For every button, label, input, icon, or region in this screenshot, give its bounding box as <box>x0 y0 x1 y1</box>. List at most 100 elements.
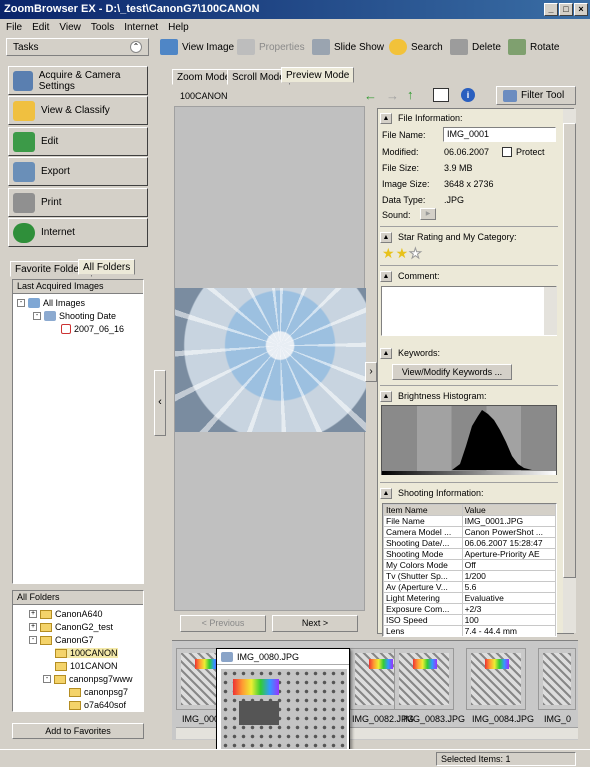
file-size-label: File Size: <box>382 163 420 173</box>
expand-toggle[interactable]: + <box>29 610 37 618</box>
collapse-toggle[interactable]: - <box>17 299 25 307</box>
up-arrow-icon[interactable]: ↑ <box>407 87 414 102</box>
folder-canong7[interactable]: - CanonG7 <box>29 635 94 645</box>
comment-textarea[interactable] <box>381 286 557 336</box>
star-icon[interactable]: ★ <box>382 245 396 261</box>
collapse-icon[interactable]: ⌃ <box>130 41 142 53</box>
star-empty-icon[interactable]: ★ <box>409 245 423 262</box>
thumbnail[interactable] <box>394 648 454 710</box>
thumbnail[interactable] <box>466 648 526 710</box>
shooting-info-table: Item Name Value File Name IMG_0001.JPG Cam… <box>382 503 557 637</box>
shooting-info-section: ▲ Shooting Information: <box>380 486 558 500</box>
collapse-left-panel-button[interactable]: ‹ <box>154 370 166 436</box>
thumbnail[interactable] <box>538 648 576 710</box>
tasks-header[interactable]: Tasks ⌃ <box>6 38 149 56</box>
menu-tools[interactable]: Tools <box>91 22 114 33</box>
preview-image[interactable] <box>175 288 366 432</box>
delete-button[interactable]: Delete <box>450 36 501 58</box>
collapse-icon[interactable]: ▲ <box>380 112 392 124</box>
folder-101canon[interactable]: 101CANON <box>55 661 118 671</box>
task-export-button[interactable]: Export <box>8 157 148 186</box>
tree-all-images[interactable]: - All Images <box>17 298 85 308</box>
divider <box>380 226 558 227</box>
histogram-gradient <box>382 471 556 475</box>
collapse-toggle[interactable]: - <box>29 636 37 644</box>
folder-canonpsg7www[interactable]: - canonpsg7www <box>43 674 133 684</box>
collapse-icon[interactable]: ▲ <box>380 270 392 282</box>
play-sound-button[interactable]: ▶ <box>420 208 436 220</box>
tooltip-header: IMG_0080.JPG <box>217 649 349 665</box>
properties-icon <box>237 39 255 55</box>
tab-preview-mode[interactable]: Preview Mode <box>281 67 355 83</box>
scroll-thumb[interactable] <box>563 123 576 578</box>
expand-right-button[interactable]: › <box>365 362 377 382</box>
color-chart <box>485 659 509 669</box>
table-row: ISO Speed 100 <box>383 614 556 626</box>
selection-icon[interactable] <box>433 88 449 102</box>
item-name: Shooting Date/... <box>383 537 463 549</box>
tree-shooting-date[interactable]: - Shooting Date <box>33 311 116 321</box>
column-header[interactable]: Item Name <box>383 504 463 516</box>
collapse-icon[interactable]: ▲ <box>380 231 392 243</box>
item-value: Canon PowerShot ... <box>461 526 556 538</box>
star-icon[interactable]: ★ <box>396 245 410 261</box>
histogram-graph <box>452 410 532 470</box>
task-view-classify-button[interactable]: View & Classify <box>8 96 148 125</box>
info-scrollbar[interactable] <box>563 109 576 633</box>
task-print-button[interactable]: Print <box>8 188 148 217</box>
collapse-toggle[interactable]: - <box>33 312 41 320</box>
folder-o7a640sof[interactable]: o7a640sof <box>69 700 126 710</box>
filter-tool-button[interactable]: Filter Tool <box>496 86 576 105</box>
folder-100canon-selected[interactable]: 100CANON <box>55 648 118 658</box>
task-label: Print <box>41 197 62 208</box>
previous-button[interactable]: < Previous <box>180 615 266 632</box>
collapse-icon[interactable]: ▲ <box>380 347 392 359</box>
close-button[interactable]: × <box>574 3 588 16</box>
folder-canonpsg7[interactable]: canonpsg7 <box>69 687 128 697</box>
menu-file[interactable]: File <box>6 22 22 33</box>
menu-view[interactable]: View <box>59 22 81 33</box>
tab-all-folders[interactable]: All Folders <box>78 259 136 275</box>
view-modify-keywords-button[interactable]: View/Modify Keywords ... <box>392 364 512 380</box>
comment-scrollbar[interactable] <box>544 287 557 335</box>
collapse-icon[interactable]: ▲ <box>380 390 392 402</box>
rotate-icon <box>508 39 526 55</box>
collapse-toggle[interactable]: - <box>43 675 51 683</box>
view-image-button[interactable]: View Image <box>160 36 234 58</box>
info-icon[interactable]: i <box>461 88 475 102</box>
column-header[interactable]: Value <box>461 504 556 516</box>
collapse-icon[interactable]: ▲ <box>380 487 392 499</box>
menu-internet[interactable]: Internet <box>124 22 158 33</box>
next-button[interactable]: Next > <box>272 615 358 632</box>
maximize-button[interactable]: □ <box>559 3 573 16</box>
expand-toggle[interactable]: + <box>29 623 37 631</box>
task-edit-button[interactable]: Edit <box>8 127 148 156</box>
folder-canong2-test[interactable]: + CanonG2_test <box>29 622 113 632</box>
color-chart <box>369 659 393 669</box>
back-arrow-icon[interactable]: ← <box>364 88 377 103</box>
menu-bar: File Edit View Tools Internet Help <box>0 19 590 35</box>
table-row: My Colors Mode Off <box>383 559 556 571</box>
menu-edit[interactable]: Edit <box>32 22 49 33</box>
tree-date-item[interactable]: 2007_06_16 <box>61 324 124 334</box>
thumbnail-image <box>543 653 571 705</box>
item-name: Camera Model ... <box>383 526 463 538</box>
folder-icon <box>55 648 67 658</box>
slide-show-button[interactable]: Slide Show <box>312 36 384 58</box>
task-internet-button[interactable]: Internet <box>8 218 148 247</box>
protect-checkbox[interactable] <box>502 147 512 157</box>
rotate-button[interactable]: Rotate <box>508 36 559 58</box>
search-button[interactable]: Search <box>389 36 443 58</box>
tab-zoom-mode[interactable]: Zoom Mode <box>172 69 236 85</box>
thumbnail-caption: IMG_000 <box>182 714 220 724</box>
star-rating[interactable]: ★★★ <box>382 245 423 262</box>
add-to-favorites-button[interactable]: Add to Favorites <box>12 723 144 739</box>
file-name-input[interactable]: IMG_0001 <box>443 127 556 142</box>
menu-help[interactable]: Help <box>168 22 189 33</box>
folder-canona640[interactable]: + CanonA640 <box>29 609 103 619</box>
tooltip-title: IMG_0080.JPG <box>237 651 300 662</box>
task-acquire-button[interactable]: Acquire & Camera Settings <box>8 66 148 95</box>
properties-button[interactable]: Properties <box>237 36 305 58</box>
minimize-button[interactable]: _ <box>544 3 558 16</box>
forward-arrow-icon[interactable]: → <box>386 88 399 103</box>
